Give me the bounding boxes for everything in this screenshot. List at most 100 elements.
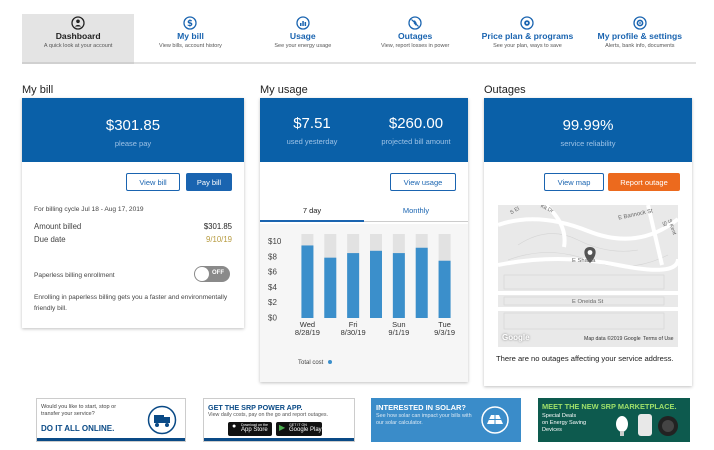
map-terms-link[interactable]: Terms of Use [643, 336, 674, 342]
paperless-toggle[interactable]: OFF [194, 266, 230, 282]
street-label: E Shasta [572, 258, 596, 264]
yesterday-amount: $7.51 [293, 115, 331, 132]
nav-title: My profile & settings [597, 31, 683, 41]
projected-block: $260.00 projected bill amount [364, 115, 468, 146]
dollar-icon: $ [183, 16, 198, 30]
view-usage-button[interactable]: View usage [390, 173, 456, 191]
map-credit: Map data ©2019 Google [584, 336, 641, 342]
due-date-row: Due date 9/10/19 [34, 235, 232, 244]
svg-text:$: $ [188, 19, 194, 29]
tab-7-day[interactable]: 7 day [260, 200, 364, 222]
y-tick-label: $4 [268, 283, 277, 292]
chart-legend: Total cost [298, 360, 333, 366]
apple-icon: ● [232, 423, 237, 430]
usage-bar[interactable] [415, 247, 428, 318]
report-outage-button[interactable]: Report outage [608, 173, 680, 191]
banner-underline [37, 438, 185, 441]
outage-message: There are no outages affecting your serv… [496, 354, 674, 363]
usage-bar[interactable] [324, 257, 337, 318]
x-tick-date: 9/1/19 [388, 328, 409, 337]
banner-service-line1: Would you like to start, stop or [41, 404, 117, 410]
projected-amount: $260.00 [388, 115, 444, 132]
usage-tabs: 7 day Monthly [260, 200, 468, 224]
due-date-value: 9/10/19 [205, 235, 232, 244]
banner-underline [204, 438, 354, 441]
banner-marketplace[interactable]: MEET THE NEW SRP MARKETPLACE. Special De… [538, 398, 690, 442]
banner-solar-title: INTERESTED IN SOLAR? [376, 403, 467, 412]
nav-profile-settings[interactable]: My profile & settings Alerts, bank info,… [583, 14, 696, 64]
legend-label: Total cost [298, 360, 324, 366]
banner-service[interactable]: Would you like to start, stop or transfe… [36, 398, 186, 442]
my-bill-card: $301.85 please pay View bill Pay bill Fo… [22, 98, 244, 328]
nav-dashboard[interactable]: Dashboard A quick look at your account [22, 14, 135, 64]
y-tick-label: $10 [268, 237, 282, 246]
amount-billed-value: $301.85 [203, 222, 232, 231]
nav-usage[interactable]: Usage See your energy usage [246, 14, 359, 64]
page-frame: Dashboard A quick look at your account $… [0, 0, 714, 450]
map-streets [498, 205, 678, 347]
nav-title: Price plan & programs [481, 31, 574, 41]
amount-billed-label: Amount billed [34, 222, 82, 231]
banner-app-title: GET THE SRP POWER APP. [208, 403, 303, 412]
view-map-button[interactable]: View map [544, 173, 604, 191]
bill-summary-header: $301.85 please pay [22, 98, 244, 162]
usage-bar[interactable] [370, 250, 382, 318]
nav-title: My bill [177, 31, 204, 41]
due-date-label: Due date [34, 235, 66, 244]
banner-service-line2: transfer your service? [41, 411, 95, 417]
projected-caption: projected bill amount [381, 137, 451, 146]
banner-power-app[interactable]: GET THE SRP POWER APP. View daily costs,… [203, 398, 355, 442]
google-logo: Google [502, 333, 530, 342]
usage-chart-icon [296, 16, 310, 30]
street-label: E Oneida St [572, 299, 604, 305]
billing-cycle: For billing cycle Jul 18 - Aug 17, 2019 [34, 206, 144, 213]
outages-heading: Outages [484, 84, 526, 96]
google-play-label: Google Play [289, 427, 322, 433]
usage-bar[interactable] [347, 253, 360, 318]
google-play-badge[interactable]: ▶ GET IT ON Google Play [276, 422, 322, 436]
banner-service-text: Would you like to start, stop or transfe… [41, 404, 116, 418]
gear-icon [633, 16, 647, 30]
usage-bar[interactable] [301, 245, 314, 318]
banner-solar-text: See how solar can impact your bills with… [376, 413, 472, 426]
nav-subtitle: See your plan, ways to save [493, 43, 562, 49]
usage-summary-header: $7.51 used yesterday $260.00 projected b… [260, 98, 468, 162]
toggle-label: OFF [212, 270, 224, 276]
banner-app-text: View daily costs, pay on the go and repo… [208, 412, 329, 418]
x-tick-date: 8/28/19 [295, 328, 320, 337]
nav-subtitle: View, report losses in power [380, 43, 450, 49]
dashboard-icon [71, 16, 85, 30]
my-usage-card: $7.51 used yesterday $260.00 projected b… [260, 98, 468, 382]
bill-amount-caption: please pay [114, 139, 152, 148]
price-plan-icon [520, 16, 535, 30]
reliability-header: 99.99% service reliability [484, 98, 692, 162]
y-tick-label: $2 [268, 298, 277, 307]
yesterday-caption: used yesterday [286, 137, 338, 146]
usage-chart-area: $10 $8 $6 $4 $2 $0 Wed 8/28/19 Fri 8/30/19 Sun 9/1/… [260, 224, 468, 382]
nav-title: Dashboard [55, 31, 101, 41]
nav-subtitle: See your energy usage [274, 43, 332, 49]
banner-marketplace-line2: on Energy Saving [542, 420, 587, 426]
outage-map[interactable]: E Shasta E Bannock St E Oneida St S Kent… [498, 205, 678, 347]
banner-marketplace-line1: Special Deals [542, 413, 577, 419]
bill-amount: $301.85 [105, 117, 161, 134]
usage-bar[interactable] [392, 253, 405, 318]
nav-outages[interactable]: Outages View, report losses in power [358, 14, 472, 64]
app-store-badge[interactable]: ● Download on the App Store [228, 422, 272, 436]
view-bill-button[interactable]: View bill [126, 173, 180, 191]
x-tick-date: 9/3/19 [434, 328, 455, 337]
x-tick-date: 8/30/19 [341, 328, 366, 337]
nav-title: Usage [289, 31, 316, 41]
y-tick-label: $0 [268, 314, 277, 323]
nav-my-bill[interactable]: $ My bill View bills, account history [134, 14, 247, 64]
nav-price-plan[interactable]: Price plan & programs See your plan, way… [471, 14, 584, 64]
reliability-caption: service reliability [560, 139, 616, 148]
solar-panel-icon [481, 406, 509, 434]
pay-bill-button[interactable]: Pay bill [186, 173, 232, 191]
usage-bar[interactable] [438, 260, 451, 318]
tab-monthly[interactable]: Monthly [364, 200, 468, 222]
play-icon: ▶ [279, 423, 286, 432]
y-tick-label: $8 [268, 252, 277, 261]
y-tick-label: $6 [268, 268, 277, 277]
banner-solar[interactable]: INTERESTED IN SOLAR? See how solar can i… [371, 398, 521, 442]
